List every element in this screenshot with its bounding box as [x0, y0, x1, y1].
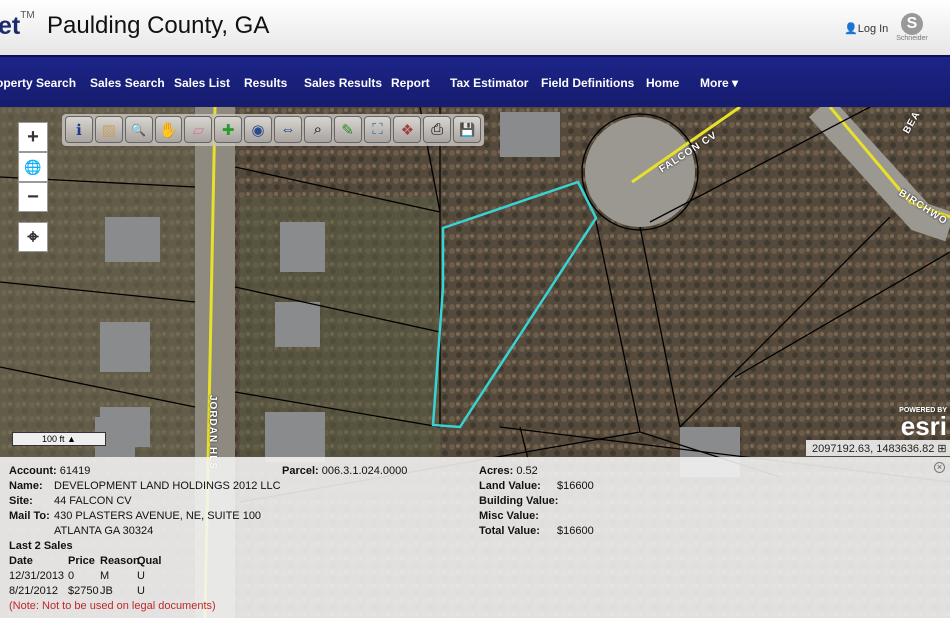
plus-icon: + — [27, 125, 39, 148]
sale-reason: M — [100, 570, 110, 582]
sale-price: $2750 — [68, 585, 99, 597]
layers-icon: ❖ — [400, 121, 415, 139]
globe-icon: ◉ — [251, 121, 265, 139]
map-toolbar: ℹ ▨ 🔍 ✋ ▱ ✚ ◉ ⇔ ⌕ ✎ ⛶ ❖ ⎙ 💾 — [62, 114, 484, 146]
close-icon[interactable]: × — [934, 462, 945, 473]
pan-hand-icon: ✋ — [159, 121, 178, 139]
crosshair-icon: ⌖ — [27, 225, 39, 248]
nav-sales-results[interactable]: Sales Results — [304, 76, 382, 90]
land-value: $16600 — [557, 480, 594, 492]
site-address: 44 FALCON CV — [54, 495, 132, 507]
nav-property-search[interactable]: operty Search — [0, 76, 76, 90]
user-icon: 👤 — [844, 23, 858, 35]
sale-qual: U — [137, 585, 145, 597]
brand-logo: etTM — [0, 10, 35, 40]
mail-label: Mail To: — [9, 510, 50, 522]
zoom-in-button[interactable]: + — [18, 122, 48, 152]
draw-tool-button[interactable]: ✎ — [333, 116, 362, 143]
zoom-in-icon: 🔍 — [131, 122, 147, 137]
owner-name: DEVELOPMENT LAND HOLDINGS 2012 LLC — [54, 480, 281, 492]
scale-bar: 100 ft ▲ — [12, 432, 106, 446]
header: etTM Paulding County, GA 👤Log In S Schnei… — [0, 0, 950, 55]
globe-button[interactable]: 🌐 — [18, 152, 48, 182]
page-title: Paulding County, GA — [47, 12, 270, 39]
globe-icon: 🌐 — [24, 158, 42, 175]
account-label: Account: — [9, 465, 57, 477]
login-link[interactable]: 👤Log In — [844, 22, 888, 35]
esri-logo: POWERED BY esri — [899, 407, 947, 441]
select-tool-button[interactable]: ▨ — [94, 116, 123, 143]
nav-report[interactable]: Report — [391, 76, 430, 90]
print-icon: ⎙ — [431, 121, 444, 138]
save-button[interactable]: 💾 — [453, 116, 482, 143]
measure-icon: ⇔ — [280, 121, 296, 138]
save-icon: 💾 — [459, 121, 476, 137]
acres-label: Acres: — [479, 465, 514, 477]
full-extent-icon: ⛶ — [372, 121, 383, 138]
zoom-search-button[interactable]: ⌕ — [303, 116, 332, 143]
info-tool-button[interactable]: ℹ — [65, 116, 93, 143]
nav-home[interactable]: Home — [646, 76, 679, 90]
zoom-search-icon: ⌕ — [313, 121, 322, 138]
zoom-out-button[interactable]: − — [18, 182, 48, 212]
nav-sales-search[interactable]: Sales Search — [90, 76, 165, 90]
pencil-icon: ✎ — [341, 121, 354, 139]
print-button[interactable]: ⎙ — [423, 116, 452, 143]
building-value-label: Building Value: — [479, 495, 559, 507]
eraser-icon: ▱ — [192, 121, 205, 139]
site-label: Site: — [9, 495, 33, 507]
sale-date: 12/31/2013 — [9, 570, 65, 582]
land-value-label: Land Value: — [479, 480, 541, 492]
locate-button[interactable]: ⌖ — [18, 222, 48, 252]
schneider-logo: S Schneider — [896, 13, 928, 42]
sale-qual: U — [137, 570, 145, 582]
sale-date: 8/21/2012 — [9, 585, 58, 597]
acres-value: 0.52 — [516, 465, 538, 477]
full-extent-button[interactable]: ⛶ — [363, 116, 392, 143]
select-icon: ▨ — [101, 121, 116, 139]
misc-value-label: Misc Value: — [479, 510, 539, 522]
total-value: $16600 — [557, 525, 594, 537]
nav-more-dropdown[interactable]: More ▾ — [700, 76, 738, 90]
nav-tax-estimator[interactable]: Tax Estimator — [450, 76, 528, 90]
zoom-in-tool-button[interactable]: 🔍 — [124, 116, 153, 143]
parcel-info-panel: × Account: 61419 Parcel: 006.3.1.024.000… — [0, 457, 950, 618]
layers-button[interactable]: ❖ — [393, 116, 422, 143]
parcel-value: 006.3.1.024.0000 — [321, 465, 408, 477]
nav-results[interactable]: Results — [244, 76, 287, 90]
main-nav: operty Search Sales Search Sales List Re… — [0, 55, 950, 107]
eraser-tool-button[interactable]: ▱ — [184, 116, 213, 143]
sales-title: Last 2 Sales — [9, 540, 73, 552]
add-selection-icon: ✚ — [221, 121, 235, 139]
legal-note: (Note: Not to be used on legal documents… — [9, 600, 216, 612]
sale-price: 0 — [68, 570, 75, 582]
sales-header-reason: Reason — [100, 555, 140, 567]
parcel-label: Parcel: — [282, 465, 319, 477]
account-value: 61419 — [59, 465, 91, 477]
coordinate-readout: 2097192.63, 1483636.82 ⊞ — [806, 440, 950, 456]
sales-header-date: Date — [9, 555, 33, 567]
measure-tool-button[interactable]: ⇔ — [274, 116, 302, 143]
info-icon: ℹ — [76, 121, 82, 139]
name-label: Name: — [9, 480, 43, 492]
mail-address-1: 430 PLASTERS AVENUE, NE, SUITE 100 — [54, 510, 262, 522]
nav-field-definitions[interactable]: Field Definitions — [541, 76, 634, 90]
pan-tool-button[interactable]: ✋ — [154, 116, 183, 143]
total-value-label: Total Value: — [479, 525, 540, 537]
add-selection-button[interactable]: ✚ — [214, 116, 243, 143]
minus-icon: − — [27, 185, 39, 208]
nav-sales-list[interactable]: Sales List — [174, 76, 230, 90]
globe-tool-button[interactable]: ◉ — [244, 116, 273, 143]
sales-header-qual: Qual — [137, 555, 162, 567]
sales-header-price: Price — [68, 555, 95, 567]
mail-address-2: ATLANTA GA 30324 — [54, 525, 154, 537]
sale-reason: JB — [100, 585, 113, 597]
